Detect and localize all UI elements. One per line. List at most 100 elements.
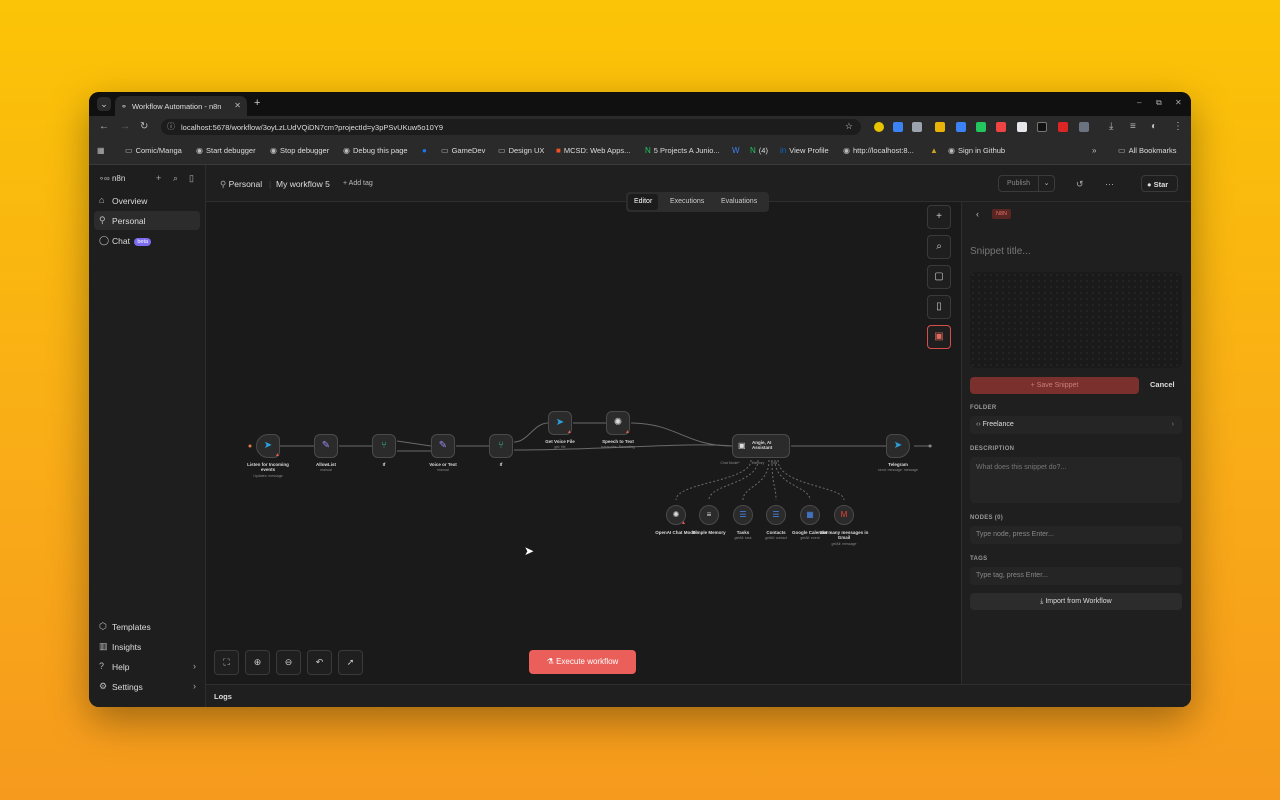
cancel-button[interactable]: Cancel <box>1150 380 1175 389</box>
nodes-input[interactable]: Type node, press Enter... <box>970 526 1182 544</box>
extension-icon[interactable] <box>1037 122 1047 132</box>
add-icon[interactable]: + <box>156 173 161 183</box>
node-tasks[interactable]: ☰ <box>733 505 753 525</box>
chevron-down-icon[interactable]: ⌄ <box>1038 176 1054 191</box>
extension-icon[interactable] <box>1017 122 1027 132</box>
extension-icon[interactable] <box>1058 122 1068 132</box>
minimize-icon[interactable]: – <box>1137 98 1141 107</box>
more-bookmarks-icon[interactable]: » <box>1092 146 1099 155</box>
node-if[interactable]: ⑂ <box>489 434 513 458</box>
workflow-name[interactable]: My workflow 5 <box>276 179 330 189</box>
tab-search-button[interactable]: ⌄ <box>97 97 111 111</box>
profile-icon[interactable]: ◐ <box>1151 121 1157 132</box>
all-bookmarks[interactable]: ▭ All Bookmarks <box>1118 146 1177 155</box>
sidebar-item-insights[interactable]: ▥ Insights <box>94 637 200 656</box>
sidebar-item-overview[interactable]: ⌂ Overview <box>94 191 200 210</box>
n8n-logo[interactable]: ∘∞ n8n <box>99 174 125 183</box>
bookmark-item[interactable]: ◉ Debug this page <box>343 146 408 155</box>
zoom-in-button[interactable]: ⊕ <box>245 650 270 675</box>
bookmark-item[interactable]: ◉ Start debugger <box>196 146 256 155</box>
bookmark-item[interactable]: ◉ Stop debugger <box>270 146 329 155</box>
node-telegram[interactable]: ➤ <box>886 434 910 458</box>
bookmark-item[interactable]: ▭ GameDev <box>441 146 485 155</box>
apps-grid-icon[interactable]: ▦ <box>97 146 108 155</box>
history-icon[interactable]: ↺ <box>1076 179 1084 190</box>
node-subtitle: get: file <box>554 445 566 449</box>
github-star-button[interactable]: ● Star <box>1141 175 1178 192</box>
import-from-workflow-button[interactable]: ⤓ Import from Workflow <box>970 593 1182 610</box>
forward-icon[interactable]: → <box>120 121 130 132</box>
home-icon: ⌂ <box>99 195 105 205</box>
node-simple-memory[interactable]: ≡ <box>699 505 719 525</box>
back-icon[interactable]: ‹ <box>976 209 979 219</box>
bookmark-item[interactable]: ◉ Sign in Github <box>948 146 1005 155</box>
tags-input[interactable]: Type tag, press Enter... <box>970 567 1182 585</box>
sidebar-item-help[interactable]: ? Help › <box>94 657 200 676</box>
bookmark-item[interactable]: ▭ Comic/Manga <box>125 146 182 155</box>
chevron-right-icon: › <box>193 681 196 691</box>
extension-icon[interactable] <box>912 122 922 132</box>
bookmark-item[interactable]: N (4) <box>750 146 768 155</box>
folder-select[interactable]: ‹› Freelance › <box>970 416 1182 434</box>
new-tab-button[interactable]: + <box>254 97 260 109</box>
extensions-puzzle-icon[interactable] <box>1079 122 1089 132</box>
bookmark-item[interactable]: ▲ <box>930 146 941 155</box>
sidebar-item-templates[interactable]: ⬡ Templates <box>94 617 200 636</box>
node-allowlist[interactable]: ✎ <box>314 434 338 458</box>
node-voice-or-text[interactable]: ✎ <box>431 434 455 458</box>
fit-view-button[interactable]: ⛶ <box>214 650 239 675</box>
bookmark-item[interactable]: ■ MCSD: Web Apps... <box>556 146 630 155</box>
bookmark-item[interactable]: ▭ Design UX <box>498 146 544 155</box>
node-contacts[interactable]: ☰ <box>766 505 786 525</box>
undo-button[interactable]: ↶ <box>307 650 332 675</box>
close-tab-icon[interactable]: ✕ <box>234 101 241 110</box>
browser-tab[interactable]: ⚭ Workflow Automation - n8n ✕ <box>115 96 247 116</box>
logs-bar[interactable]: Logs ⧉ ⌃ <box>206 684 1191 707</box>
sidebar-item-chat[interactable]: ◯ Chat beta <box>94 231 200 250</box>
url-bar[interactable]: ⓘ localhost:5678/workflow/3oyLzLUdVQiDN7… <box>161 119 861 135</box>
publish-button[interactable]: Publish ⌄ <box>998 175 1055 192</box>
add-tag-button[interactable]: + Add tag <box>343 180 373 187</box>
sidebar-item-personal[interactable]: ⚲ Personal <box>94 211 200 230</box>
extension-icon[interactable] <box>893 122 903 132</box>
node-google-calendar[interactable]: ▦ <box>800 505 820 525</box>
breadcrumb-project[interactable]: ⚲ Personal <box>220 179 262 190</box>
snippet-panel: ‹ N8N Snippet title... + Save Snippet Ca… <box>961 202 1191 684</box>
node-if[interactable]: ⑂ <box>372 434 396 458</box>
sidebar-item-settings[interactable]: ⚙ Settings › <box>94 677 200 696</box>
back-icon[interactable]: ← <box>99 121 109 132</box>
snippet-title-input[interactable]: Snippet title... <box>970 246 1031 257</box>
cursor-tool-button[interactable]: ➚ <box>338 650 363 675</box>
browser-menu-icon[interactable]: ⋮ <box>1173 121 1183 132</box>
save-snippet-button[interactable]: + Save Snippet <box>970 377 1139 394</box>
reload-icon[interactable]: ↻ <box>140 121 148 132</box>
extension-icon[interactable] <box>976 122 986 132</box>
extension-icon[interactable] <box>996 122 1006 132</box>
restore-icon[interactable]: ⧉ <box>1156 98 1162 108</box>
download-icon[interactable]: ⤓ <box>1109 121 1113 132</box>
description-textarea[interactable]: What does this snippet do?... <box>970 457 1182 503</box>
execute-workflow-button[interactable]: ⚗ Execute workflow <box>529 650 636 674</box>
node-gmail[interactable]: M <box>834 505 854 525</box>
extension-icon[interactable] <box>956 122 966 132</box>
node-ai-agent[interactable]: ▣ Angie, AI Assistant <box>732 434 790 458</box>
bookmark-item[interactable]: ◉ http://localhost:8... <box>843 146 914 155</box>
connection <box>396 440 432 447</box>
media-icon[interactable]: ≡ <box>1130 121 1136 132</box>
bookmark-star-icon[interactable]: ☆ <box>845 121 853 132</box>
search-icon[interactable]: ⌕ <box>173 173 178 184</box>
extension-icon[interactable] <box>874 122 884 132</box>
collapse-sidebar-icon[interactable]: ▯ <box>189 173 194 184</box>
bookmark-item[interactable]: in View Profile <box>780 146 829 155</box>
zoom-out-button[interactable]: ⊖ <box>276 650 301 675</box>
database-icon: ≡ <box>706 510 712 519</box>
bookmark-item[interactable]: ● <box>422 146 430 155</box>
bookmark-item[interactable]: W <box>732 146 743 155</box>
more-options-icon[interactable]: ⋯ <box>1105 179 1114 190</box>
bookmark-item[interactable]: N5 Projects A Junio... <box>645 146 720 155</box>
extension-icon[interactable] <box>935 122 945 132</box>
close-window-icon[interactable]: ✕ <box>1175 98 1182 107</box>
workflow-canvas[interactable]: Editor Executions Evaluations + ⌕ ▢ ▯ ▣ <box>206 192 961 684</box>
tab-bar: ⌄ ⚭ Workflow Automation - n8n ✕ + – ⧉ ✕ <box>89 92 1191 116</box>
site-info-icon[interactable]: ⓘ <box>167 121 175 132</box>
